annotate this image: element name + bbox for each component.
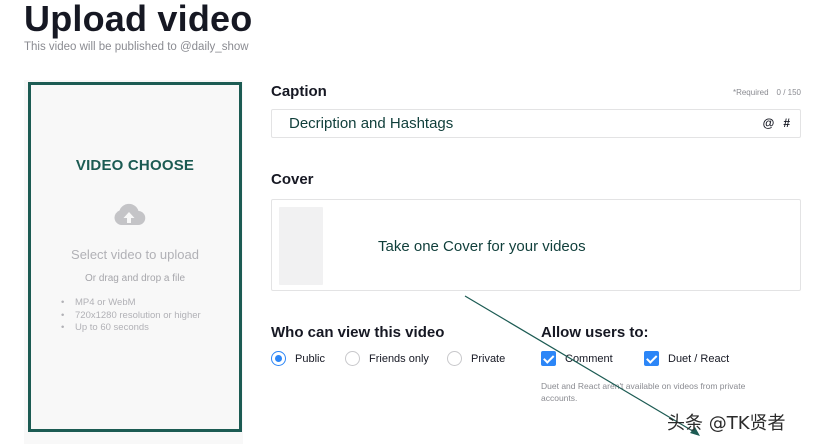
comment-checkbox[interactable]: [541, 351, 556, 366]
drag-drop-text: Or drag and drop a file: [84, 273, 186, 284]
privacy-option-friends[interactable]: Friends only: [345, 351, 429, 366]
allow-duet-react[interactable]: Duet / React: [644, 351, 729, 366]
friends-only-radio[interactable]: [345, 351, 360, 366]
privacy-option-public[interactable]: Public: [271, 351, 325, 366]
allow-users-label: Allow users to:: [541, 324, 649, 341]
caption-value: Decription and Hashtags: [289, 115, 454, 132]
video-choose-annotation: VIDEO CHOOSE: [75, 157, 195, 174]
private-radio[interactable]: [447, 351, 462, 366]
caption-counter: *Required 0 / 150: [733, 88, 801, 97]
video-upload-dropzone[interactable]: VIDEO CHOOSE Select video to upload Or d…: [28, 82, 242, 432]
cover-selector[interactable]: Take one Cover for your videos: [271, 199, 801, 291]
cover-thumbnail[interactable]: [279, 207, 323, 285]
requirement-duration: Up to 60 seconds: [61, 322, 201, 335]
duet-react-checkbox[interactable]: [644, 351, 659, 366]
hashtag-icon[interactable]: #: [783, 116, 790, 130]
private-label: Private: [471, 352, 506, 365]
public-radio[interactable]: [271, 351, 286, 366]
friends-only-label: Friends only: [369, 352, 429, 365]
requirements-list: MP4 or WebM 720x1280 resolution or highe…: [61, 297, 201, 335]
caption-label: Caption: [271, 83, 327, 100]
page-subtitle: This video will be published to @daily_s…: [24, 41, 249, 53]
requirement-resolution: 720x1280 resolution or higher: [61, 310, 201, 323]
watermark-text: 头条 @TK贤者: [667, 413, 786, 434]
character-count: 0 / 150: [776, 88, 801, 97]
requirement-format: MP4 or WebM: [61, 297, 201, 310]
public-label: Public: [295, 352, 325, 365]
cover-label: Cover: [271, 171, 314, 188]
required-marker: *Required: [732, 88, 769, 97]
duet-react-hint: Duet and React aren't available on video…: [541, 381, 746, 403]
cover-annotation: Take one Cover for your videos: [378, 238, 586, 255]
allow-comment[interactable]: Comment: [541, 351, 613, 366]
privacy-label: Who can view this video: [271, 324, 445, 341]
cloud-upload-icon: [114, 203, 146, 226]
page-title: Upload video: [24, 0, 253, 39]
select-video-text: Select video to upload: [71, 247, 199, 262]
duet-react-label: Duet / React: [668, 352, 730, 365]
comment-label: Comment: [565, 352, 613, 365]
privacy-option-private[interactable]: Private: [447, 351, 505, 366]
mention-icon[interactable]: @: [763, 116, 775, 130]
caption-input[interactable]: Decription and Hashtags @ #: [271, 109, 801, 138]
